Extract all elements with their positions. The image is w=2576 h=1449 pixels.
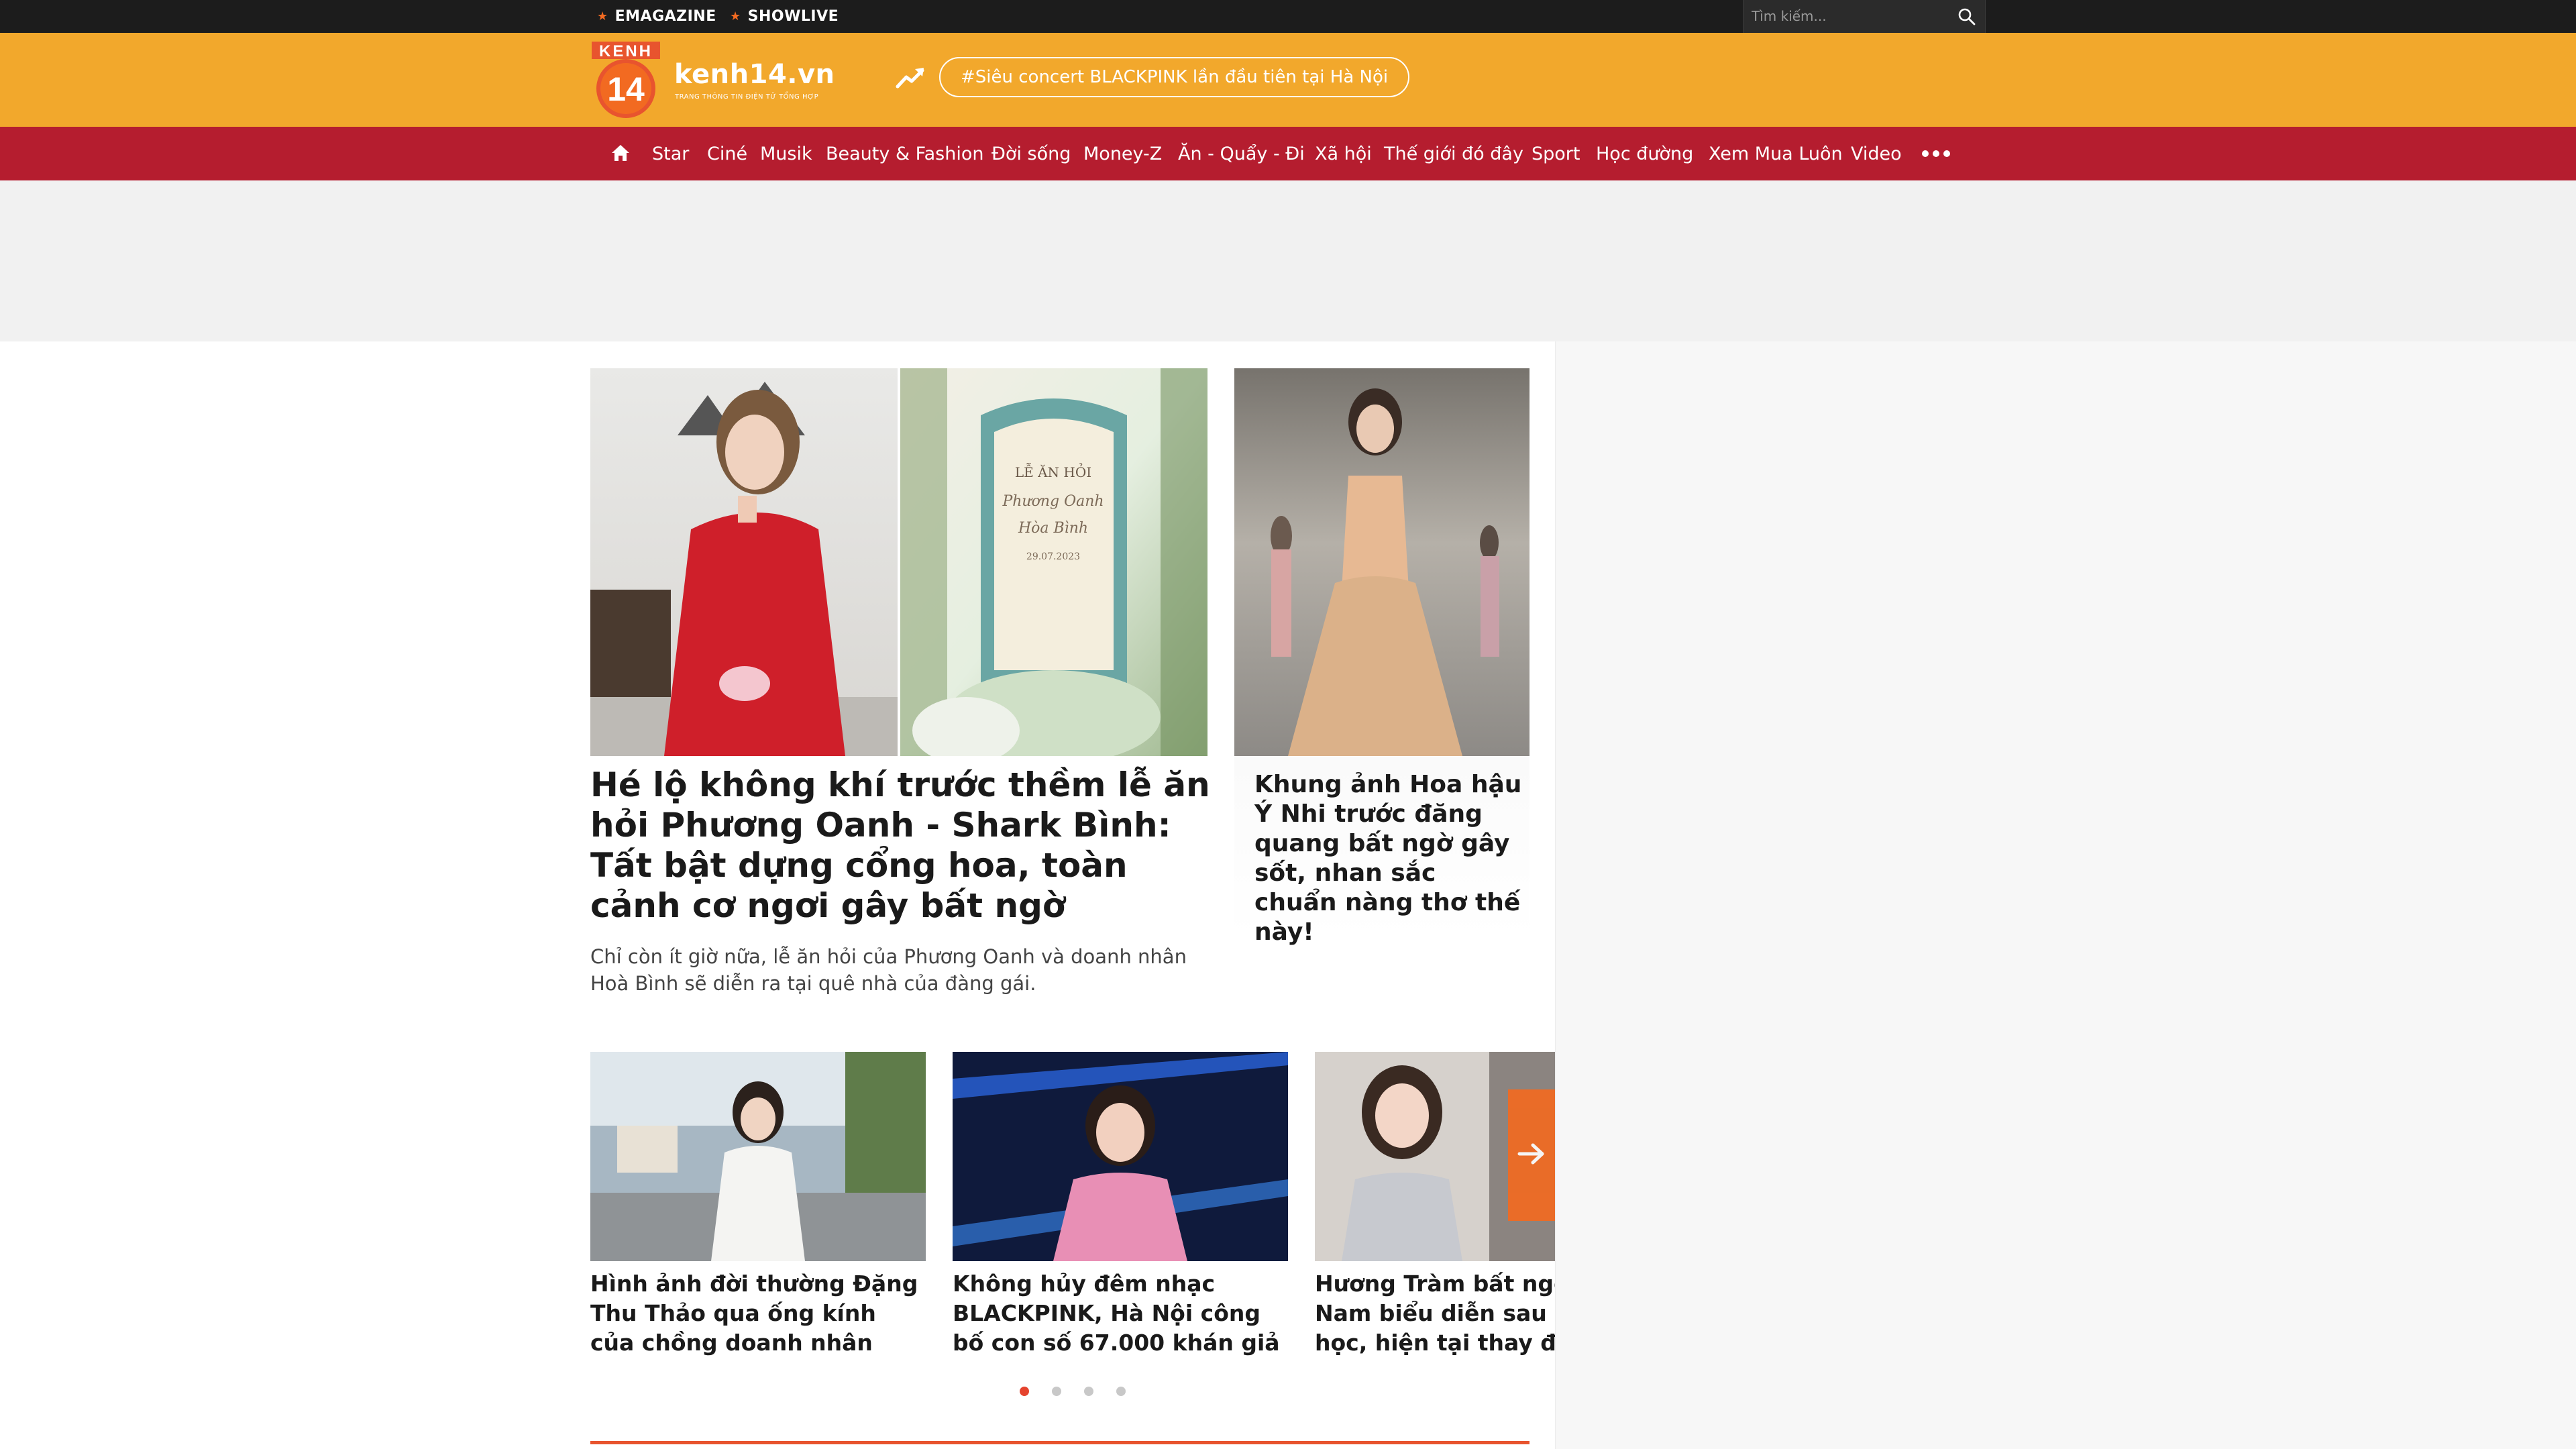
nav-item-sport[interactable]: Sport bbox=[1532, 127, 1580, 180]
logo-wordmark[interactable]: kenh14.vn bbox=[674, 59, 835, 90]
nav-item-an-quay-di[interactable]: Ăn - Quẩy - Đi bbox=[1178, 127, 1305, 180]
svg-text:KENH: KENH bbox=[599, 42, 653, 60]
main-story-title[interactable]: Hé lộ không khí trước thềm lễ ăn hỏi Phư… bbox=[590, 765, 1214, 926]
emagazine-label: EMAGAZINE bbox=[614, 8, 716, 25]
search-input[interactable] bbox=[1752, 4, 1946, 28]
nav-item-doi-song[interactable]: Đời sống bbox=[991, 127, 1071, 180]
kenh14-logo-icon[interactable]: KENH 14 bbox=[590, 40, 661, 121]
star-icon: ★ bbox=[730, 9, 741, 23]
star-icon: ★ bbox=[597, 9, 608, 23]
nav-item-musik[interactable]: Musik bbox=[760, 127, 812, 180]
svg-text:Hòa Bình: Hòa Bình bbox=[1018, 520, 1088, 537]
slider-next-button[interactable] bbox=[1508, 1089, 1555, 1221]
svg-text:LỄ ĂN HỎI: LỄ ĂN HỎI bbox=[1015, 462, 1091, 480]
search-box bbox=[1743, 0, 1986, 33]
emagazine-link[interactable]: ★ EMAGAZINE bbox=[597, 0, 716, 33]
slider-item-image[interactable] bbox=[590, 1052, 926, 1261]
nav-item-hoc-duong[interactable]: Học đường bbox=[1596, 127, 1693, 180]
logo-tagline: TRANG THÔNG TIN ĐIỆN TỬ TỔNG HỢP bbox=[675, 93, 819, 101]
slider-dot[interactable] bbox=[1020, 1387, 1029, 1396]
nav-item-video[interactable]: Video bbox=[1851, 127, 1902, 180]
svg-text:29.07.2023: 29.07.2023 bbox=[1026, 551, 1080, 562]
slider-item-title[interactable]: Hình ảnh đời thường Đặng Thu Thảo qua ốn… bbox=[590, 1269, 919, 1358]
top-bar: ★ EMAGAZINE ★ SHOWLIVE bbox=[0, 0, 2576, 33]
section-divider bbox=[590, 1441, 1529, 1444]
svg-text:Phương Oanh: Phương Oanh bbox=[1002, 493, 1104, 510]
slider-item-title[interactable]: Không hủy đêm nhạc BLACKPINK, Hà Nội côn… bbox=[953, 1269, 1281, 1358]
trending-icon bbox=[896, 66, 925, 91]
nav-item-star[interactable]: Star bbox=[652, 127, 689, 180]
ad-banner-area bbox=[0, 180, 2576, 341]
main-story-image[interactable]: LỄ ĂN HỎI Phương Oanh Hòa Bình 29.07.202… bbox=[590, 368, 1208, 756]
nav-item-xem-mua-luon[interactable]: Xem Mua Luôn bbox=[1709, 127, 1843, 180]
home-icon[interactable] bbox=[610, 143, 631, 163]
slider-item-image[interactable] bbox=[953, 1052, 1288, 1261]
nav-item-money-z[interactable]: Money-Z bbox=[1083, 127, 1162, 180]
nav-item-beauty-fashion[interactable]: Beauty & Fashion bbox=[826, 127, 984, 180]
right-sidebar bbox=[1555, 341, 2576, 1449]
slider-dot[interactable] bbox=[1116, 1387, 1126, 1396]
showlive-link[interactable]: ★ SHOWLIVE bbox=[730, 0, 839, 33]
svg-text:14: 14 bbox=[607, 70, 645, 108]
showlive-label: SHOWLIVE bbox=[747, 8, 839, 25]
trending-tag[interactable]: #Siêu concert BLACKPINK lần đầu tiên tại… bbox=[939, 57, 1410, 97]
main-story-summary: Chỉ còn ít giờ nữa, lễ ăn hỏi của Phương… bbox=[590, 945, 1187, 995]
slider-dot[interactable] bbox=[1052, 1387, 1061, 1396]
nav-item-cine[interactable]: Ciné bbox=[707, 127, 747, 180]
side-story-title[interactable]: Khung ảnh Hoa hậu Ý Nhi trước đăng quang… bbox=[1254, 770, 1523, 947]
slider-item-title[interactable]: Hương Tràm bất ngờ về Nam biểu diễn sau … bbox=[1315, 1269, 1555, 1358]
search-icon[interactable] bbox=[1957, 7, 1977, 27]
main-nav: Star Ciné Musik Beauty & Fashion Đời sốn… bbox=[0, 127, 2576, 180]
more-dots-icon[interactable] bbox=[1920, 147, 1952, 160]
nav-item-xa-hoi[interactable]: Xã hội bbox=[1315, 127, 1372, 180]
nav-item-the-gioi-do-day[interactable]: Thế giới đó đây bbox=[1384, 127, 1523, 180]
news-slider: Hình ảnh đời thường Đặng Thu Thảo qua ốn… bbox=[590, 1046, 1555, 1368]
arrow-right-icon bbox=[1517, 1142, 1546, 1169]
side-story-image[interactable] bbox=[1234, 368, 1529, 756]
slider-dot[interactable] bbox=[1084, 1387, 1093, 1396]
